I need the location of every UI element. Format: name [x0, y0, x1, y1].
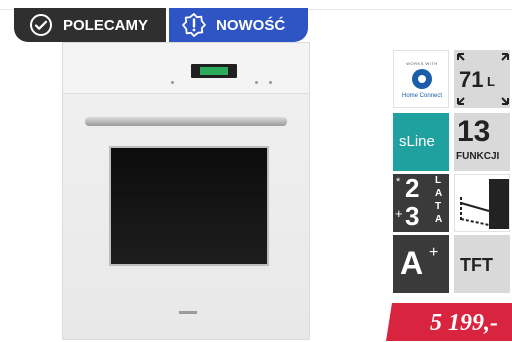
energy-class-letter: A	[400, 245, 424, 281]
warranty-letter: A	[435, 188, 443, 199]
display-type-tile: TFT	[454, 235, 510, 293]
new-label: NOWOŚĆ	[216, 16, 286, 34]
oven-handle	[85, 117, 287, 126]
exclamation-badge-icon	[181, 12, 207, 38]
price-tag: 5 199,-	[386, 303, 512, 341]
control-dot	[171, 81, 174, 84]
warranty-letter: L	[435, 175, 442, 186]
warranty-years-1: 2	[405, 173, 420, 203]
oven-control-panel	[63, 43, 309, 94]
warranty-plus: +	[395, 206, 403, 221]
rails-tile	[454, 174, 510, 232]
home-connect-label: Home Connect	[401, 93, 443, 99]
recommended-label: POLECAMY	[63, 16, 149, 34]
new-badge: NOWOŚĆ	[169, 8, 308, 42]
warranty-years-2: 3	[405, 201, 420, 231]
home-connect-tile: WORKS WITH Home Connect	[393, 50, 449, 108]
warranty-letter: T	[435, 201, 442, 212]
capacity-tile: 71 L	[454, 50, 510, 108]
telescopic-rails-icon	[460, 179, 509, 229]
home-connect-icon	[412, 69, 432, 89]
home-connect-top-label: WORKS WITH	[406, 61, 438, 66]
control-dot	[269, 81, 272, 84]
recommended-badge: POLECAMY	[14, 8, 166, 42]
energy-class-tile: A +	[393, 235, 449, 293]
brand-mark	[179, 311, 197, 314]
functions-value: 13	[457, 115, 491, 148]
product-image[interactable]	[62, 42, 310, 342]
capacity-value: 71	[459, 67, 484, 92]
functions-tile: 13 FUNKCJI	[454, 113, 510, 171]
warranty-letter: A	[435, 214, 443, 225]
oven-display	[191, 64, 237, 78]
display-type-label: TFT	[460, 255, 493, 275]
check-circle-icon	[28, 12, 54, 38]
functions-label: FUNKCJI	[456, 151, 500, 162]
price-value: 5 199,-	[430, 310, 498, 336]
series-tile: sLine	[393, 113, 449, 171]
control-dot	[255, 81, 258, 84]
warranty-star: *	[396, 176, 401, 188]
energy-class-plus: +	[429, 244, 439, 261]
warranty-tile: * 2 + 3 L A T A	[393, 173, 449, 232]
oven-door-glass	[109, 146, 269, 266]
feature-grid: WORKS WITH Home Connect 71 L sLine 13 FU…	[393, 50, 512, 300]
series-label: sLine	[399, 133, 435, 150]
capacity-unit: L	[487, 74, 495, 89]
oven-body	[62, 42, 310, 340]
